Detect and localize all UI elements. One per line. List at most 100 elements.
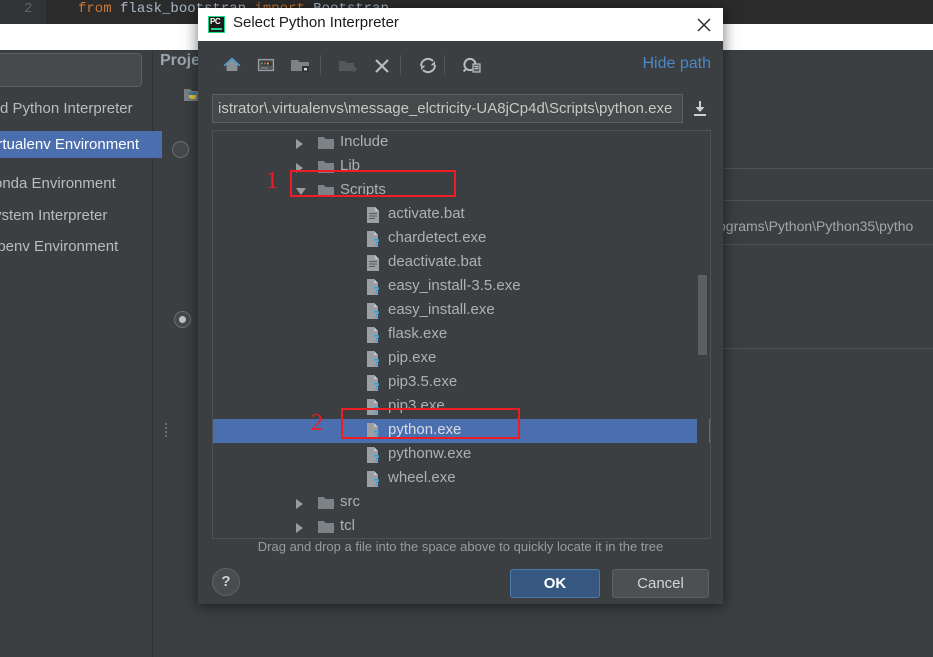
modal-titlebar: PC Select Python Interpreter [198, 8, 723, 42]
file-tree[interactable]: Include Lib Scriptsactivate.bat? chardetect… [212, 130, 711, 539]
tree-row-label: pip3.5.exe [388, 373, 457, 390]
svg-text:?: ? [373, 477, 380, 487]
pycharm-icon: PC [208, 16, 225, 33]
bg-sidebar-item-system[interactable]: ystem Interpreter [0, 202, 162, 229]
bg-form-divider-2 [718, 200, 933, 201]
cancel-button[interactable]: Cancel [612, 569, 709, 598]
exe-file-icon: ? [366, 279, 380, 295]
tree-row-label: tcl [340, 517, 355, 534]
svg-text:?: ? [373, 405, 380, 415]
tree-row[interactable]: ? pythonw.exe [213, 443, 710, 467]
tree-row[interactable]: ?flask.exe [213, 323, 710, 347]
bg-sidebar-item-virtualenv[interactable]: irtualenv Environment [0, 131, 162, 158]
close-icon[interactable] [691, 12, 717, 38]
path-input[interactable]: istrator\.virtualenvs\message_elctricity… [212, 94, 683, 123]
bg-sidebar-item-conda[interactable]: onda Environment [0, 170, 162, 197]
exe-file-icon: ? [366, 423, 380, 439]
delete-icon[interactable] [368, 51, 396, 79]
svg-text:?: ? [373, 333, 380, 343]
chevron-right-icon[interactable] [296, 163, 303, 173]
project-folder-icon[interactable] [286, 51, 314, 79]
tree-row[interactable]: ? pip.exe [213, 347, 710, 371]
tree-row-label: wheel.exe [388, 469, 456, 486]
tree-row[interactable]: ? wheel.exe [213, 467, 710, 491]
home-icon[interactable] [218, 51, 246, 79]
tree-row[interactable]: ? chardetect.exe [213, 227, 710, 251]
help-button[interactable]: ? [212, 568, 240, 596]
editor-code-above: " [4, 0, 12, 10]
drag-drop-hint: Drag and drop a file into the space abov… [198, 539, 723, 554]
bg-radio-unselected[interactable] [172, 141, 189, 158]
folder-icon [318, 136, 334, 149]
tree-row-label: Lib [340, 157, 360, 174]
bg-dialog-title: d Python Interpreter [0, 100, 133, 117]
help-label: ? [213, 569, 239, 595]
tree-row[interactable]: Lib [213, 155, 710, 179]
tree-row[interactable]: ? pip3.exe [213, 395, 710, 419]
tree-row-label: Include [340, 133, 388, 150]
exe-file-icon: ? [366, 303, 380, 319]
desktop-icon[interactable] [252, 51, 280, 79]
chevron-down-icon[interactable] [296, 188, 306, 195]
tree-row[interactable]: ? easy_install-3.5.exe [213, 275, 710, 299]
tree-row[interactable]: Scripts [213, 179, 710, 203]
tree-row[interactable]: tcl [213, 515, 710, 539]
screen-root: 2 " from flask_bootstrap import Bootstra… [0, 0, 933, 657]
download-icon[interactable] [689, 96, 711, 120]
tree-row-label: pythonw.exe [388, 445, 471, 462]
svg-text:?: ? [373, 429, 380, 439]
tree-row-label: pip3.exe [388, 397, 445, 414]
tree-row-label: deactivate.bat [388, 253, 481, 270]
exe-file-icon: ? [366, 327, 380, 343]
svg-text:?: ? [373, 309, 380, 319]
panel-splitter-handle[interactable] [163, 421, 169, 445]
refresh-icon[interactable] [414, 51, 442, 79]
exe-file-icon: ? [366, 351, 380, 367]
folder-icon [318, 160, 334, 173]
ok-button[interactable]: OK [510, 569, 600, 598]
bat-file-icon [366, 207, 380, 223]
tree-row[interactable]: Include [213, 131, 710, 155]
bg-search-input[interactable] [0, 53, 142, 87]
tree-row[interactable]: ?python.exe [213, 419, 710, 443]
bg-sidebar-item-pipenv[interactable]: ipenv Environment [0, 233, 162, 260]
exe-file-icon: ? [366, 447, 380, 463]
tree-row-label: pip.exe [388, 349, 436, 366]
tree-row[interactable]: activate.bat [213, 203, 710, 227]
tree-scrollbar-thumb[interactable] [698, 275, 707, 355]
bg-form-divider-1 [718, 168, 933, 169]
tree-row[interactable]: src [213, 491, 710, 515]
chevron-right-icon[interactable] [296, 139, 303, 149]
exe-file-icon: ? [366, 231, 380, 247]
exe-file-icon: ? [366, 375, 380, 391]
show-hidden-icon[interactable] [458, 51, 486, 79]
tree-row-label: chardetect.exe [388, 229, 486, 246]
folder-icon [318, 184, 334, 197]
tree-row-label: src [340, 493, 360, 510]
tree-scrollbar-track[interactable] [697, 132, 709, 539]
tree-row[interactable]: ? pip3.5.exe [213, 371, 710, 395]
toolbar-separator-3 [444, 55, 445, 75]
select-python-interpreter-dialog: PC Select Python Interpreter [198, 8, 723, 604]
keyword-from: from [78, 1, 120, 17]
bg-form-divider-3 [718, 244, 933, 245]
tree-row[interactable]: deactivate.bat [213, 251, 710, 275]
chevron-right-icon[interactable] [296, 499, 303, 509]
tree-row[interactable]: ?easy_install.exe [213, 299, 710, 323]
svg-text:?: ? [373, 357, 380, 367]
toolbar-separator-1 [320, 55, 321, 75]
svg-text:?: ? [373, 285, 380, 295]
chevron-right-icon[interactable] [296, 523, 303, 533]
folder-icon [318, 520, 334, 533]
tree-row-label: easy_install-3.5.exe [388, 277, 521, 294]
bg-base-interpreter-path: ograms\Python\Python35\pytho [718, 218, 913, 234]
new-folder-icon[interactable] [334, 51, 362, 79]
hide-path-link[interactable]: Hide path [643, 55, 712, 73]
file-chooser-toolbar: Hide path [198, 41, 723, 89]
editor-line-number: 2 [24, 1, 32, 17]
bg-form-divider-4 [718, 348, 933, 349]
exe-file-icon: ? [366, 399, 380, 415]
path-field-wrap: istrator\.virtualenvs\message_elctricity… [212, 94, 683, 123]
bat-file-icon [366, 255, 380, 271]
bg-radio-selected[interactable] [174, 311, 191, 328]
